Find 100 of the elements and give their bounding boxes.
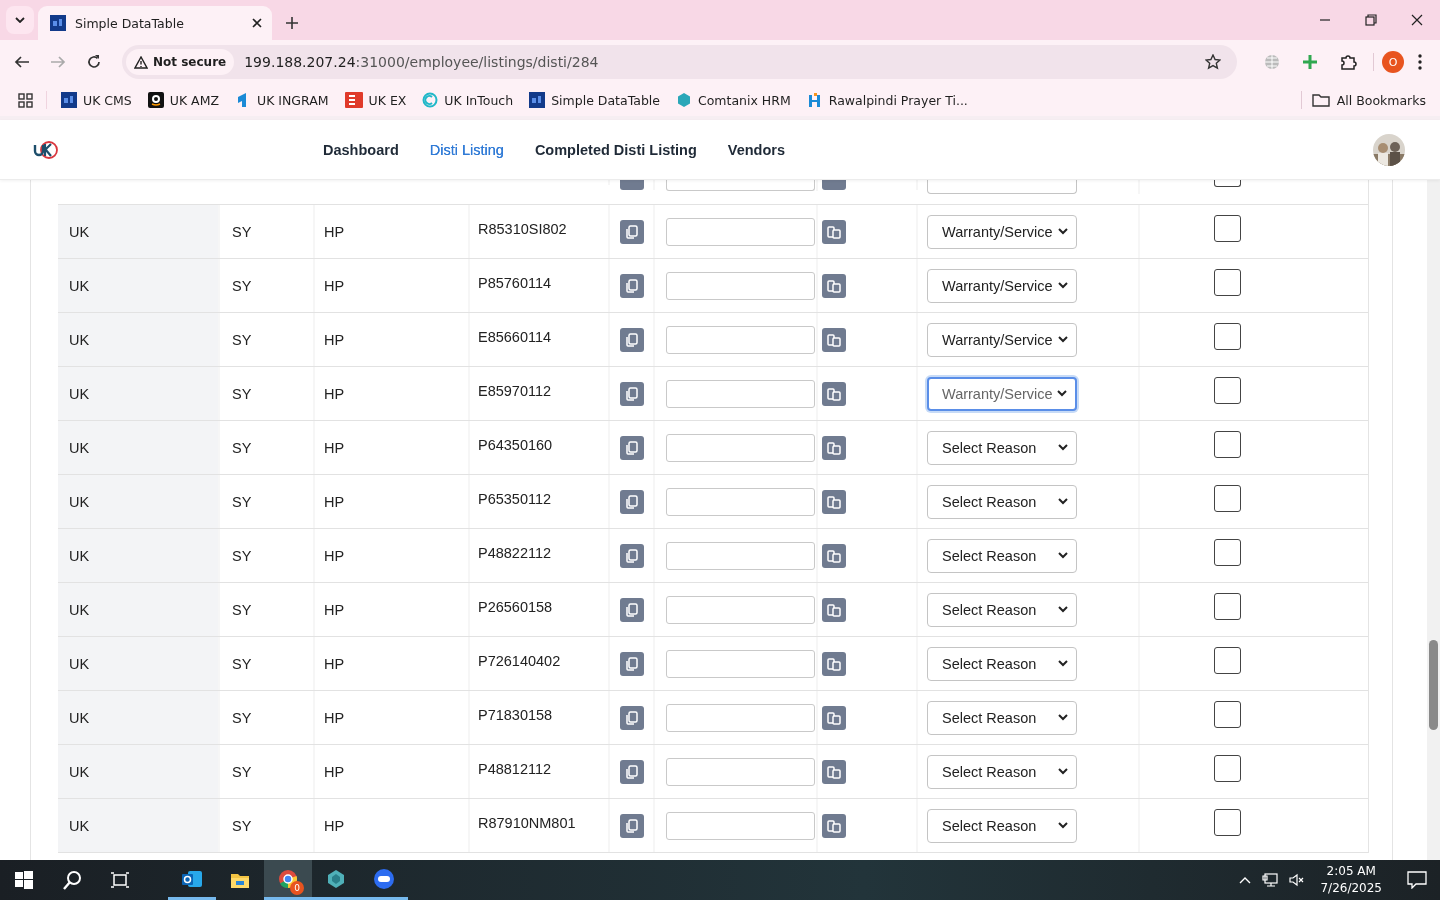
task-view-icon[interactable] <box>110 870 130 890</box>
bookmark-link[interactable]: UK CMS <box>61 92 132 108</box>
checkbox[interactable] <box>1214 539 1241 566</box>
address-bar[interactable]: Not secure 199.188.207.24:31000/employee/listings/disti/284 <box>122 45 1237 79</box>
copy-button[interactable] <box>620 219 644 244</box>
copy-button[interactable] <box>620 435 644 460</box>
paste-button[interactable] <box>822 597 846 622</box>
bookmark-link[interactable]: UK AMZ <box>147 92 219 108</box>
bookmark-link[interactable]: UK INGRAM <box>235 92 329 108</box>
nav-link[interactable]: Vendors <box>727 141 786 158</box>
video-call-app-icon[interactable] <box>374 868 394 889</box>
security-chip[interactable]: Not secure <box>126 49 235 75</box>
copy-button[interactable] <box>620 489 644 514</box>
reload-icon[interactable] <box>86 54 102 70</box>
checkbox[interactable] <box>1214 377 1241 404</box>
checkbox[interactable] <box>1214 180 1241 187</box>
text-input[interactable] <box>666 757 815 786</box>
bookmark-link[interactable]: Rawalpindi Prayer Ti... <box>806 92 968 108</box>
uk-logo[interactable] <box>33 139 59 160</box>
text-input[interactable] <box>666 541 815 570</box>
back-icon[interactable] <box>14 54 30 70</box>
volume-muted-icon[interactable] <box>1289 873 1306 887</box>
checkbox[interactable] <box>1214 323 1241 350</box>
apps-grid-icon[interactable] <box>18 92 33 108</box>
bookmark-link[interactable]: UK InTouch <box>422 92 514 108</box>
checkbox[interactable] <box>1214 431 1241 458</box>
text-input[interactable] <box>666 703 815 732</box>
reason-dropdown[interactable]: Warranty/Service <box>927 376 1077 411</box>
reason-dropdown[interactable]: Warranty/Service <box>927 322 1077 357</box>
copy-button[interactable] <box>620 381 644 406</box>
close-icon[interactable] <box>252 18 262 28</box>
checkbox[interactable] <box>1214 647 1241 674</box>
checkbox[interactable] <box>1214 755 1241 782</box>
copy-button[interactable] <box>620 597 644 622</box>
checkbox[interactable] <box>1214 215 1241 242</box>
paste-button[interactable] <box>822 705 846 730</box>
scrollbar[interactable] <box>1427 180 1440 860</box>
plus-extension-icon[interactable] <box>1301 53 1319 71</box>
nav-link[interactable]: Completed Disti Listing <box>534 141 697 158</box>
paste-button[interactable] <box>822 489 846 514</box>
paste-button[interactable] <box>822 543 846 568</box>
reason-dropdown[interactable]: Warranty/Service <box>927 214 1077 249</box>
copy-button[interactable] <box>620 759 644 784</box>
reason-dropdown[interactable]: Select Reason <box>927 592 1077 627</box>
reason-dropdown[interactable]: Select Reason <box>927 646 1077 681</box>
text-input[interactable] <box>666 217 815 246</box>
paste-button[interactable] <box>822 327 846 352</box>
checkbox[interactable] <box>1214 809 1241 836</box>
notification-icon[interactable] <box>1407 871 1427 889</box>
paste-button[interactable] <box>822 273 846 298</box>
tab-list-button[interactable] <box>6 6 34 34</box>
bookmark-link[interactable]: Simple DataTable <box>529 92 660 108</box>
profile-avatar[interactable]: O <box>1382 51 1404 73</box>
copy-button[interactable] <box>620 327 644 352</box>
copy-button[interactable] <box>620 813 644 838</box>
paste-button[interactable] <box>822 381 846 406</box>
copy-button[interactable] <box>620 273 644 298</box>
text-input[interactable] <box>666 649 815 678</box>
close-icon[interactable] <box>1411 14 1423 26</box>
checkbox[interactable] <box>1214 701 1241 728</box>
text-input[interactable] <box>666 433 815 462</box>
text-input[interactable] <box>666 811 815 840</box>
checkbox[interactable] <box>1214 269 1241 296</box>
bookmark-link[interactable]: UK EX <box>344 92 407 108</box>
paste-button[interactable] <box>822 435 846 460</box>
bookmark-link[interactable]: Comtanix HRM <box>676 92 791 108</box>
text-input[interactable] <box>666 595 815 624</box>
star-icon[interactable] <box>1205 54 1221 70</box>
reason-dropdown[interactable]: Select Reason <box>927 538 1077 573</box>
reason-dropdown[interactable]: Select Reason <box>927 808 1077 843</box>
copy-button[interactable] <box>620 543 644 568</box>
search-icon[interactable] <box>62 870 82 890</box>
reason-dropdown[interactable]: Select Reason <box>927 700 1077 735</box>
cube-app-icon[interactable] <box>326 868 346 889</box>
copy-button[interactable] <box>620 705 644 730</box>
paste-button[interactable] <box>822 759 846 784</box>
all-bookmarks-button[interactable]: All Bookmarks <box>1311 92 1426 108</box>
text-input[interactable] <box>666 325 815 354</box>
reason-dropdown[interactable]: Select Reason <box>927 430 1077 465</box>
new-tab-icon[interactable] <box>286 17 298 29</box>
text-input[interactable] <box>666 487 815 516</box>
text-input[interactable] <box>666 180 815 191</box>
nav-link[interactable]: Dashboard <box>323 141 399 158</box>
checkbox[interactable] <box>1214 485 1241 512</box>
text-input[interactable] <box>666 271 815 300</box>
restore-icon[interactable] <box>1365 14 1377 26</box>
puzzle-icon[interactable] <box>1339 53 1357 71</box>
nav-link[interactable]: Disti Listing <box>429 141 504 158</box>
reason-dropdown[interactable]: Select Reason <box>927 484 1077 519</box>
text-input[interactable] <box>666 379 815 408</box>
paste-button[interactable] <box>822 651 846 676</box>
paste-button[interactable] <box>822 219 846 244</box>
mail-app-icon[interactable] <box>182 868 202 889</box>
checkbox[interactable] <box>1214 593 1241 620</box>
chevron-up-icon[interactable] <box>1239 876 1252 884</box>
browser-tab[interactable]: Simple DataTable <box>38 6 272 40</box>
copy-button[interactable] <box>620 651 644 676</box>
paste-button[interactable] <box>822 813 846 838</box>
network-icon[interactable] <box>1262 873 1279 887</box>
scrollbar-thumb[interactable] <box>1429 640 1438 730</box>
